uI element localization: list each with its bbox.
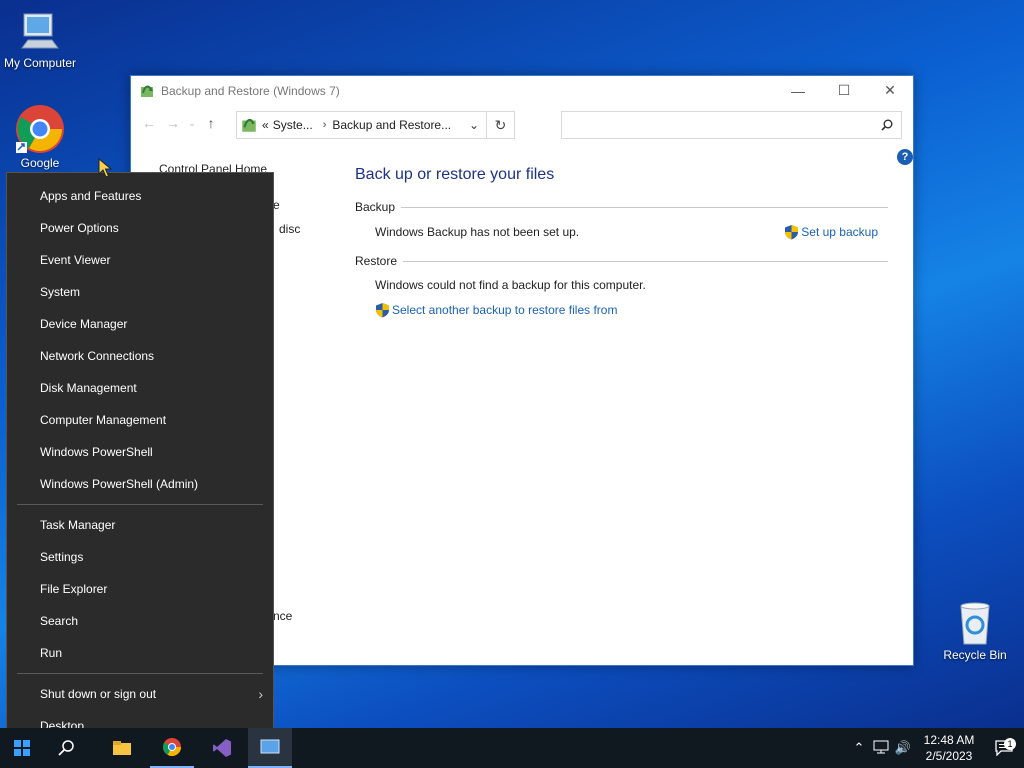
breadcrumb-separator-icon[interactable]: ›	[323, 119, 327, 131]
set-up-backup-link[interactable]: Set up backup	[784, 224, 878, 240]
chrome-icon	[162, 738, 181, 757]
forward-arrow-icon[interactable]: →	[161, 111, 185, 135]
desktop-icon-label: My Computer	[3, 56, 77, 70]
page-title: Back up or restore your files	[355, 166, 555, 183]
power-user-menu: Apps and Features Power Options Event Vi…	[6, 172, 274, 750]
title-bar[interactable]: Backup and Restore (Windows 7) — ☐ ✕	[131, 76, 913, 105]
search-taskbar-button[interactable]	[44, 728, 88, 768]
search-icon	[58, 740, 74, 756]
desktop-icon-my-computer[interactable]: My Computer	[0, 10, 80, 70]
set-up-backup-label: Set up backup	[801, 225, 878, 239]
clock-time: 12:48 AM	[923, 733, 975, 747]
mouse-cursor-icon	[98, 158, 112, 178]
backup-status-text: Windows Backup has not been set up.	[375, 225, 580, 239]
menu-item-task-manager[interactable]: Task Manager	[7, 509, 273, 541]
menu-item-power-options[interactable]: Power Options	[7, 212, 273, 244]
clock[interactable]: 12:48 AM 2/5/2023	[914, 732, 984, 764]
menu-item-network-connections[interactable]: Network Connections	[7, 340, 273, 372]
refresh-icon[interactable]: ↻	[486, 112, 514, 138]
restore-action-row: Select another backup to restore files f…	[355, 302, 888, 318]
system-tray: ⌃ 🔊 12:48 AM 2/5/2023 1	[848, 728, 1024, 768]
menu-item-run[interactable]: Run	[7, 637, 273, 669]
section-divider	[401, 206, 888, 208]
minimize-button[interactable]: —	[775, 76, 821, 105]
search-input[interactable]	[562, 113, 881, 137]
menu-item-computer-management[interactable]: Computer Management	[7, 404, 273, 436]
breadcrumb-backup-restore[interactable]: Backup and Restore...	[332, 118, 451, 132]
recycle-bin-icon	[960, 602, 990, 645]
address-overflow-chevrons[interactable]: «	[262, 118, 269, 132]
windows-logo-icon	[14, 740, 30, 756]
taskbar: ⌃ 🔊 12:48 AM 2/5/2023 1	[0, 728, 1024, 768]
menu-item-event-viewer[interactable]: Event Viewer	[7, 244, 273, 276]
volume-icon[interactable]: 🔊	[892, 740, 914, 756]
desktop-icon-label: Google	[20, 156, 60, 170]
main-content: Back up or restore your files Backup Win…	[355, 166, 888, 330]
control-panel-icon	[260, 739, 280, 754]
window-title: Backup and Restore (Windows 7)	[161, 83, 340, 98]
taskbar-control-panel[interactable]	[248, 728, 292, 768]
menu-item-apps-and-features[interactable]: Apps and Features	[7, 180, 273, 212]
uac-shield-icon	[785, 225, 799, 240]
breadcrumb-system[interactable]: Syste...	[273, 118, 313, 132]
notification-count-badge: 1	[1004, 738, 1016, 750]
start-button[interactable]	[0, 728, 44, 768]
left-pane-link[interactable]: e	[273, 198, 280, 212]
left-pane-link[interactable]: nce	[273, 609, 292, 623]
desktop-icon-label: Recycle Bin	[943, 648, 1007, 662]
backup-restore-icon	[141, 85, 153, 97]
menu-separator	[17, 673, 263, 674]
menu-item-disk-management[interactable]: Disk Management	[7, 372, 273, 404]
restore-row: Windows could not find a backup for this…	[355, 278, 888, 292]
chevron-right-icon: ›	[258, 686, 263, 702]
taskbar-chrome[interactable]	[150, 728, 194, 768]
computer-icon	[21, 13, 59, 49]
recent-locations-chevron-icon[interactable]: ⌄	[185, 111, 199, 135]
up-arrow-icon[interactable]: ↑	[199, 111, 223, 135]
menu-separator	[17, 504, 263, 505]
taskbar-visual-studio[interactable]	[200, 728, 244, 768]
menu-item-settings[interactable]: Settings	[7, 541, 273, 573]
chevron-up-icon[interactable]: ⌃	[848, 740, 870, 756]
menu-item-search[interactable]: Search	[7, 605, 273, 637]
visual-studio-icon	[213, 739, 231, 757]
select-another-backup-label: Select another backup to restore files f…	[392, 303, 618, 317]
menu-item-system[interactable]: System	[7, 276, 273, 308]
menu-item-windows-powershell-admin[interactable]: Windows PowerShell (Admin)	[7, 468, 273, 500]
menu-item-file-explorer[interactable]: File Explorer	[7, 573, 273, 605]
search-icon[interactable]	[881, 119, 893, 131]
section-backup: Backup	[355, 200, 888, 214]
left-pane-link[interactable]: disc	[279, 222, 300, 236]
menu-item-label: Shut down or sign out	[40, 687, 157, 701]
taskbar-file-explorer[interactable]	[100, 728, 144, 768]
address-bar[interactable]: « Syste... › Backup and Restore... ⌄ ↻	[236, 111, 515, 139]
select-another-backup-link[interactable]: Select another backup to restore files f…	[375, 302, 617, 318]
backup-restore-icon	[242, 118, 256, 132]
clock-date: 2/5/2023	[925, 749, 973, 763]
section-restore: Restore	[355, 254, 888, 268]
menu-item-device-manager[interactable]: Device Manager	[7, 308, 273, 340]
menu-item-windows-powershell[interactable]: Windows PowerShell	[7, 436, 273, 468]
maximize-button[interactable]: ☐	[821, 76, 867, 105]
chrome-icon	[16, 105, 64, 153]
section-heading: Backup	[355, 200, 396, 214]
section-divider	[403, 260, 888, 262]
restore-status-text: Windows could not find a backup for this…	[375, 278, 646, 292]
close-button[interactable]: ✕	[867, 76, 913, 105]
uac-shield-icon	[376, 303, 389, 318]
action-center-button[interactable]: 1	[984, 738, 1024, 756]
back-arrow-icon[interactable]: ←	[137, 111, 161, 135]
network-icon[interactable]	[870, 740, 892, 757]
search-control-panel	[561, 111, 902, 139]
help-icon[interactable]: ?	[897, 149, 913, 165]
address-dropdown-chevron-icon[interactable]: ⌄	[462, 118, 486, 132]
menu-item-shut-down-or-sign-out[interactable]: Shut down or sign out ›	[7, 678, 273, 710]
folder-icon	[113, 741, 131, 755]
desktop-icon-recycle-bin[interactable]: Recycle Bin	[935, 600, 1015, 662]
section-heading: Restore	[355, 254, 398, 268]
backup-row: Windows Backup has not been set up. Set …	[355, 224, 888, 240]
desktop-icon-google-chrome[interactable]: Google	[0, 104, 80, 170]
